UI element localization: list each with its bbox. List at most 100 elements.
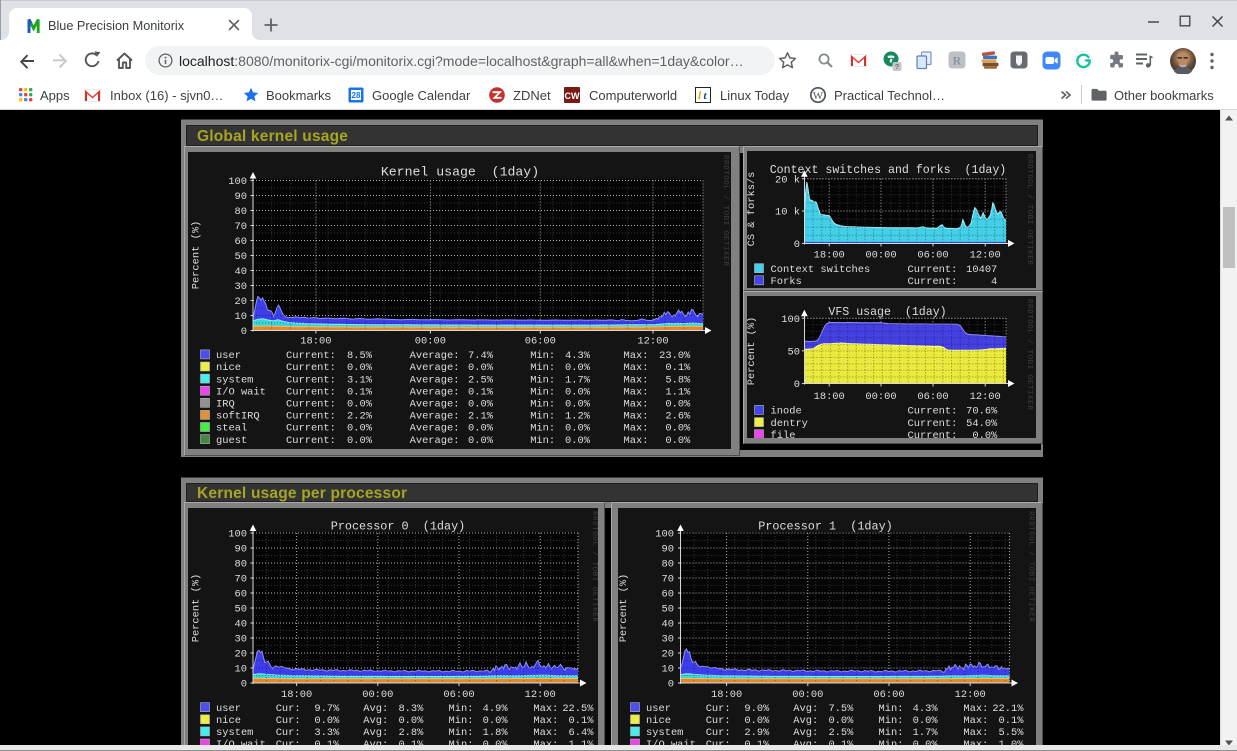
- svg-text:Processor 1 (1day): Processor 1 (1day): [758, 520, 893, 534]
- svg-text:60: 60: [235, 236, 247, 248]
- svg-text:10: 10: [235, 311, 247, 323]
- svg-text:1.7%: 1.7%: [565, 374, 591, 386]
- svg-text:06:00: 06:00: [525, 336, 556, 348]
- svg-text:0.0%: 0.0%: [483, 715, 509, 727]
- svg-text:80: 80: [235, 559, 247, 571]
- svg-text:Min:: Min:: [530, 411, 555, 423]
- svg-text:2.2%: 2.2%: [347, 411, 373, 423]
- svg-text:9.7%: 9.7%: [314, 703, 340, 715]
- svg-text:30: 30: [235, 634, 247, 646]
- svg-text:18:00: 18:00: [814, 391, 845, 403]
- svg-text:0.0%: 0.0%: [972, 430, 998, 438]
- svg-text:0.0%: 0.0%: [468, 423, 494, 435]
- svg-text:0.0%: 0.0%: [468, 435, 494, 447]
- svg-text:0.1%: 0.1%: [347, 386, 373, 398]
- svg-text:18:00: 18:00: [281, 689, 312, 701]
- svg-text:3.3%: 3.3%: [314, 727, 340, 739]
- svg-text:Current:: Current:: [908, 430, 958, 438]
- svg-text:12:00: 12:00: [637, 336, 668, 348]
- svg-text:Min:: Min:: [449, 727, 474, 739]
- svg-text:Avg:: Avg:: [363, 727, 388, 739]
- svg-text:VFS usage (1day): VFS usage (1day): [828, 306, 946, 319]
- svg-text:50: 50: [788, 346, 800, 358]
- svg-text:Average:: Average:: [410, 435, 460, 447]
- svg-text:9.0%: 9.0%: [744, 703, 770, 715]
- svg-text:22.1%: 22.1%: [992, 703, 1024, 715]
- svg-text:1.7%: 1.7%: [912, 727, 938, 739]
- svg-text:0.1%: 0.1%: [468, 386, 494, 398]
- svg-text:0.0%: 0.0%: [347, 399, 373, 411]
- svg-text:Current:: Current:: [286, 411, 336, 423]
- svg-text:0.1%: 0.1%: [665, 362, 691, 374]
- svg-text:00:00: 00:00: [415, 336, 446, 348]
- svg-text:Max:: Max:: [963, 727, 988, 739]
- svg-text:user: user: [216, 703, 241, 715]
- svg-text:RRDTOOL / TOBI OETIKER: RRDTOOL / TOBI OETIKER: [1025, 299, 1033, 410]
- svg-text:0.0%: 0.0%: [665, 435, 691, 447]
- svg-text:12:00: 12:00: [970, 250, 1001, 262]
- svg-text:R: R: [953, 54, 962, 68]
- svg-text:0.0%: 0.0%: [468, 362, 494, 374]
- svg-text:06:00: 06:00: [443, 689, 474, 701]
- svg-text:18:00: 18:00: [300, 336, 331, 348]
- svg-text:0: 0: [794, 239, 800, 251]
- svg-text:100: 100: [655, 529, 674, 541]
- svg-text:Current:: Current:: [908, 264, 958, 276]
- svg-text:Current:: Current:: [286, 399, 336, 411]
- svg-text:nice: nice: [646, 715, 671, 727]
- svg-text:Context switches: Context switches: [771, 264, 871, 276]
- svg-text:100: 100: [228, 529, 247, 541]
- svg-text:90: 90: [661, 544, 673, 556]
- svg-text:Min:: Min:: [449, 703, 474, 715]
- svg-text:50: 50: [661, 604, 673, 616]
- svg-text:inode: inode: [771, 406, 802, 418]
- svg-text:Avg:: Avg:: [363, 703, 388, 715]
- svg-text:system: system: [216, 727, 253, 739]
- svg-text:Percent (%): Percent (%): [618, 574, 630, 643]
- svg-text:Current:: Current:: [908, 406, 958, 418]
- svg-text:2.9%: 2.9%: [744, 727, 770, 739]
- svg-text:steal: steal: [216, 423, 247, 435]
- svg-text:0.0%: 0.0%: [565, 386, 591, 398]
- svg-text:0: 0: [241, 326, 247, 338]
- svg-text:20: 20: [661, 649, 673, 661]
- svg-text:Cur:: Cur:: [276, 715, 301, 727]
- svg-text:Average:: Average:: [410, 374, 460, 386]
- svg-text:10: 10: [661, 664, 673, 676]
- svg-text:28: 28: [352, 91, 361, 100]
- svg-text:Max:: Max:: [624, 423, 649, 435]
- svg-text:Average:: Average:: [410, 386, 460, 398]
- svg-text:4.9%: 4.9%: [483, 703, 509, 715]
- svg-text:0.0%: 0.0%: [665, 423, 691, 435]
- svg-text:Percent (%): Percent (%): [191, 221, 203, 290]
- svg-text:?: ?: [895, 62, 900, 71]
- svg-text:Average:: Average:: [410, 350, 460, 362]
- svg-text:10407: 10407: [966, 264, 997, 276]
- svg-text:Max:: Max:: [533, 703, 558, 715]
- svg-text:Current:: Current:: [908, 276, 958, 288]
- svg-text:Average:: Average:: [410, 399, 460, 411]
- svg-text:Avg:: Avg:: [793, 703, 818, 715]
- svg-text:80: 80: [661, 559, 673, 571]
- svg-text:CW: CW: [565, 91, 580, 101]
- svg-text:00:00: 00:00: [362, 689, 393, 701]
- svg-text:6.4%: 6.4%: [569, 727, 595, 739]
- svg-text:12:00: 12:00: [970, 391, 1001, 403]
- svg-text:Current:: Current:: [286, 386, 336, 398]
- svg-text:Context switches and forks (1: Context switches and forks (1day): [770, 164, 1007, 177]
- svg-text:Cur:: Cur:: [705, 715, 730, 727]
- svg-text:Max:: Max:: [963, 715, 988, 727]
- svg-text:Current:: Current:: [286, 423, 336, 435]
- svg-text:100: 100: [228, 176, 247, 188]
- svg-text:4.3%: 4.3%: [912, 703, 938, 715]
- svg-text:0.0%: 0.0%: [468, 399, 494, 411]
- svg-text:user: user: [216, 350, 241, 362]
- svg-text:2.8%: 2.8%: [398, 727, 424, 739]
- svg-text:Min:: Min:: [449, 715, 474, 727]
- svg-text:06:00: 06:00: [917, 250, 948, 262]
- svg-text:0: 0: [667, 679, 673, 691]
- svg-text:00:00: 00:00: [865, 250, 896, 262]
- svg-text:70: 70: [235, 221, 247, 233]
- svg-text:1.2%: 1.2%: [565, 411, 591, 423]
- svg-text:0.0%: 0.0%: [565, 399, 591, 411]
